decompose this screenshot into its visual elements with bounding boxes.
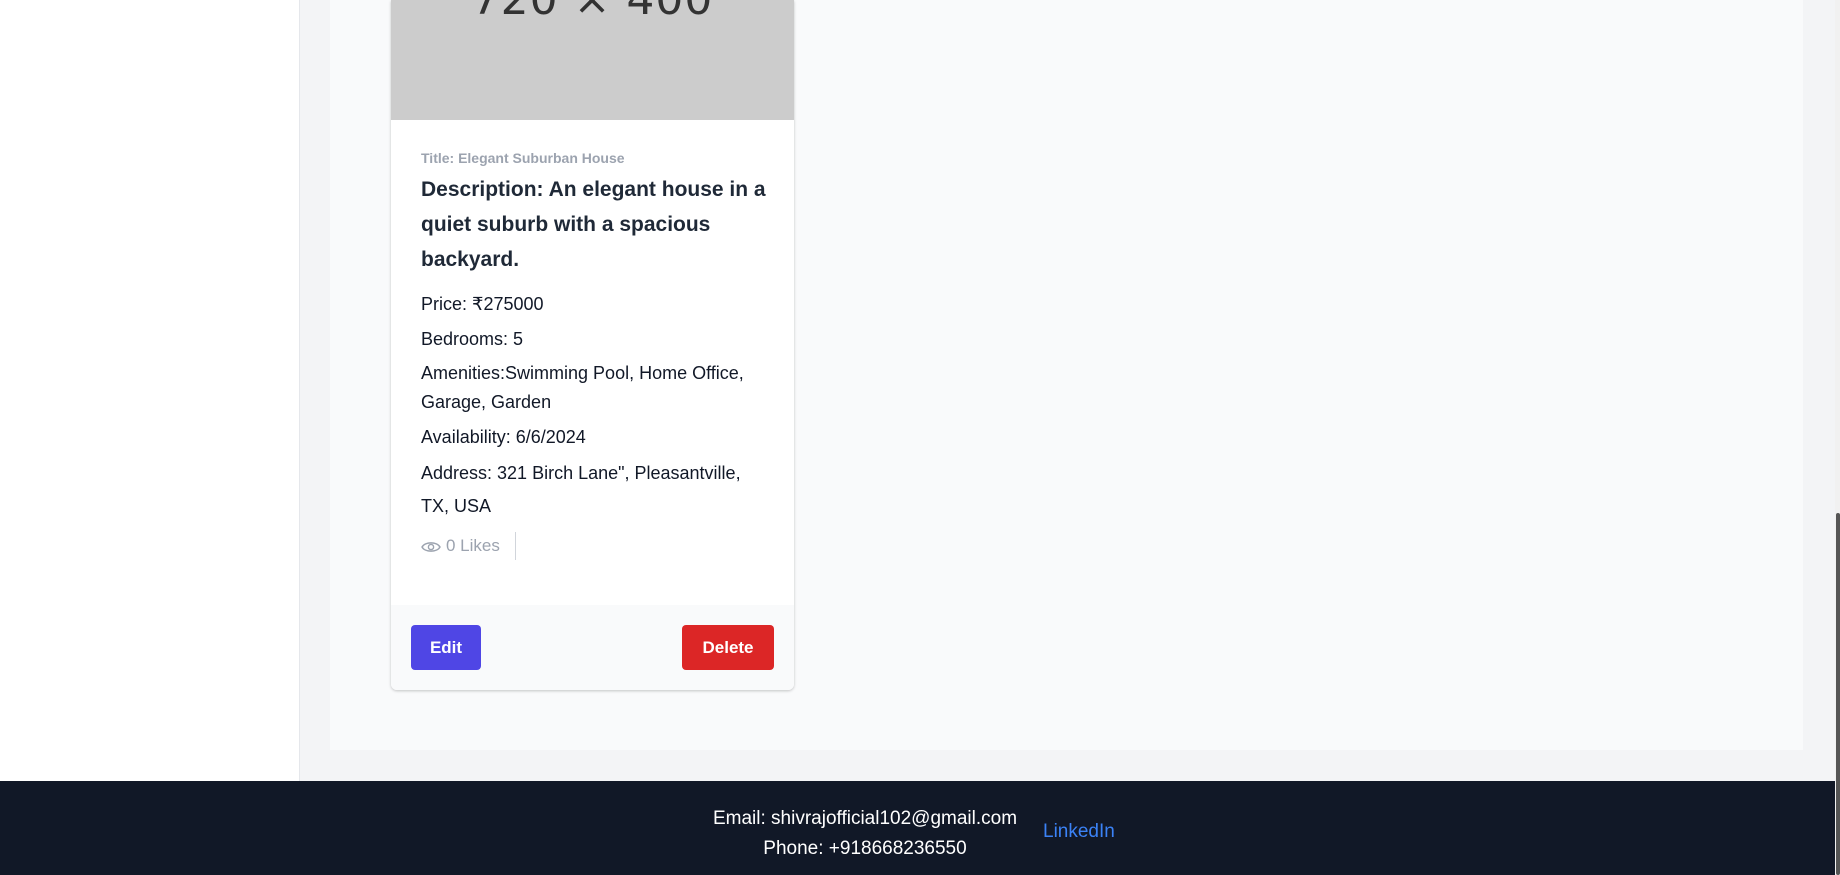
property-image-placeholder: 720 × 400 [391, 0, 794, 120]
property-availability: Availability: 6/6/2024 [421, 427, 586, 447]
sidebar [0, 0, 300, 781]
card-body: Title: Elegant Suburban House Descriptio… [421, 150, 771, 561]
property-card: 720 × 400 Title: Elegant Suburban House … [391, 0, 794, 690]
property-description: Description: An elegant house in a quiet… [421, 178, 766, 271]
property-bedrooms: Bedrooms: 5 [421, 329, 524, 349]
property-amenities: Amenities:Swimming Pool, Home Office, Ga… [421, 363, 744, 412]
scrollbar-thumb[interactable] [1836, 513, 1840, 875]
footer-contact: Email: shivrajofficial102@gmail.com Phon… [700, 804, 1030, 864]
eye-icon [421, 539, 441, 553]
footer-email: Email: shivrajofficial102@gmail.com [712, 808, 1018, 829]
site-footer: Email: shivrajofficial102@gmail.com Phon… [0, 781, 1835, 875]
delete-button[interactable]: Delete [682, 625, 774, 670]
likes-count: 0 Likes [446, 536, 500, 555]
listings-panel: 720 × 400 Title: Elegant Suburban House … [330, 0, 1803, 750]
property-title: Title: Elegant Suburban House [421, 150, 625, 166]
meta-divider [514, 532, 516, 560]
linkedin-link[interactable]: LinkedIn [1043, 821, 1115, 843]
edit-button[interactable]: Edit [411, 625, 481, 670]
image-placeholder-text: 720 × 400 [391, 0, 794, 25]
card-actions: Edit Delete [391, 605, 794, 690]
property-price: Price: ₹275000 [421, 294, 544, 314]
property-address: Address: 321 Birch Lane", Pleasantville,… [421, 463, 741, 516]
app-root: 720 × 400 Title: Elegant Suburban House … [0, 0, 1840, 875]
likes-row: 0 Likes [421, 531, 771, 561]
footer-phone: Phone: +918668236550 [763, 838, 967, 859]
main-area: 720 × 400 Title: Elegant Suburban House … [300, 0, 1836, 781]
